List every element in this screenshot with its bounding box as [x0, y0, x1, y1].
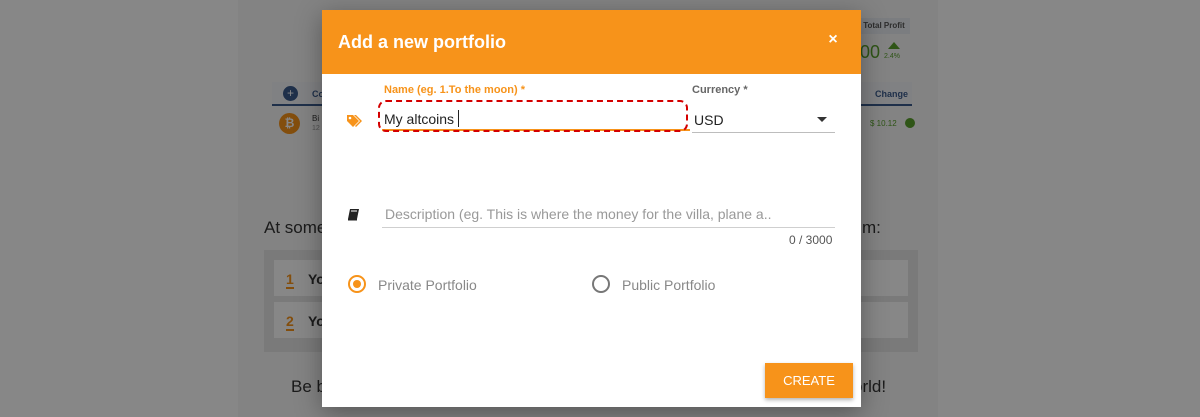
private-portfolio-label: Private Portfolio [378, 277, 477, 293]
radio-unchecked-icon [592, 275, 610, 293]
description-char-count: 0 / 3000 [789, 233, 833, 247]
portfolio-name-input[interactable] [382, 109, 690, 131]
currency-selected-value: USD [694, 112, 724, 128]
public-portfolio-label: Public Portfolio [622, 277, 716, 293]
create-button[interactable]: CREATE [765, 363, 853, 398]
currency-select[interactable]: USD [692, 109, 835, 133]
add-portfolio-dialog: Add a new portfolio × Name (eg. 1.To the… [322, 10, 861, 407]
dialog-title: Add a new portfolio [338, 32, 506, 52]
text-cursor [458, 110, 459, 127]
tags-icon [346, 114, 364, 133]
description-input[interactable] [382, 200, 835, 228]
chevron-down-icon [817, 117, 827, 122]
close-icon[interactable]: × [825, 30, 841, 50]
dialog-header: Add a new portfolio × [322, 10, 861, 74]
currency-field-label: Currency * [692, 84, 748, 96]
private-portfolio-radio[interactable]: Private Portfolio [348, 274, 548, 296]
book-icon [347, 208, 360, 226]
name-field-label: Name (eg. 1.To the moon) * [384, 84, 525, 96]
public-portfolio-radio[interactable]: Public Portfolio [592, 274, 792, 296]
radio-checked-icon [348, 275, 366, 293]
